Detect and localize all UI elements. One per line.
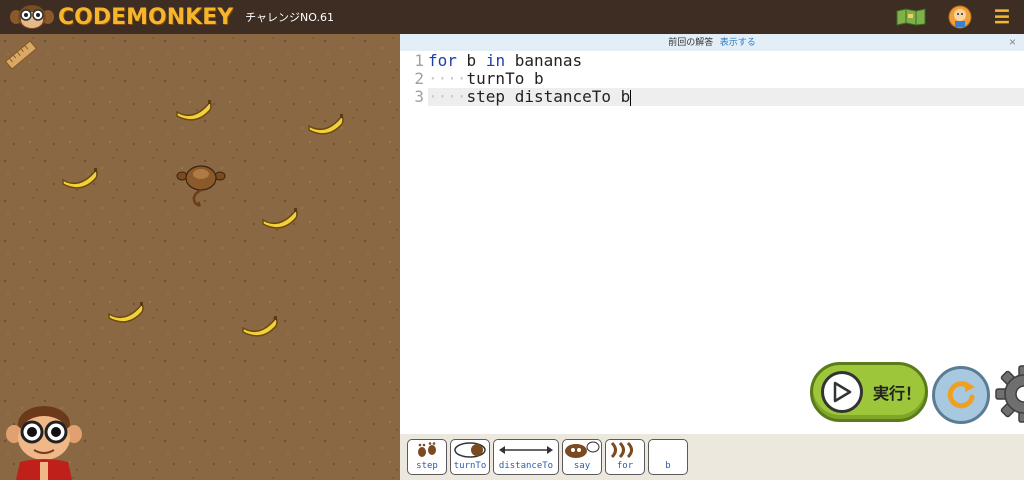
text-cursor <box>630 89 632 106</box>
ruler-icon[interactable] <box>4 38 38 72</box>
banana-icon <box>62 168 98 189</box>
banana-icon <box>262 208 298 229</box>
banana-icon <box>108 302 144 323</box>
previous-answer-label: 前回の解答 <box>668 37 714 47</box>
banana-icon <box>242 316 278 337</box>
close-icon[interactable]: × <box>1009 34 1016 51</box>
banana-icon <box>176 100 212 121</box>
line-number: 1 <box>414 51 424 70</box>
tool-variable-b[interactable]: b <box>648 439 688 475</box>
line-number: 2 <box>414 69 424 88</box>
game-stage <box>0 34 400 480</box>
code-editor-panel: 前回の解答 表示する × 1 for b in bananas 2 ····turn… <box>400 34 1024 434</box>
tool-turnto[interactable]: turnTo <box>450 439 490 475</box>
indent-guide: ···· <box>428 69 467 88</box>
hamburger-menu-icon[interactable]: ☰ <box>994 7 1010 28</box>
logo[interactable]: CODEMONKEY <box>10 4 233 30</box>
previous-answer-bar: 前回の解答 表示する × <box>400 34 1024 51</box>
banana-icon <box>308 114 344 135</box>
map-icon[interactable] <box>896 8 926 26</box>
tool-label: turnTo <box>453 461 487 471</box>
loop-icon <box>610 441 640 459</box>
turn-icon <box>453 441 487 459</box>
monkey-player-icon <box>176 165 226 207</box>
tool-label: for <box>616 461 634 471</box>
speech-icon <box>564 441 600 459</box>
guide-character-icon <box>6 406 82 480</box>
command-toolbox: step turnTo distanceTo say for b <box>400 434 1024 480</box>
code-line[interactable]: 2 ····turnTo b <box>400 70 1024 88</box>
app-root: CODEMONKEY チャレンジNO.61 ☰ 前回の解答 表示する × 1 f… <box>0 0 1024 480</box>
tool-label: b <box>665 461 671 471</box>
reset-icon <box>947 381 975 409</box>
keyword-token: for <box>428 51 457 70</box>
run-button[interactable]: 実行！ <box>810 362 928 422</box>
code-line[interactable]: 1 for b in bananas <box>400 52 1024 70</box>
tool-label: distanceTo <box>498 461 554 471</box>
logo-text: CODEMONKEY <box>58 4 234 30</box>
play-icon <box>821 371 863 413</box>
monkey-logo-icon <box>10 5 54 29</box>
tool-label: say <box>573 461 591 471</box>
settings-gear-icon[interactable] <box>994 364 1024 424</box>
code-token: step distanceTo b <box>466 87 631 106</box>
tool-step[interactable]: step <box>407 439 447 475</box>
keyword-token: in <box>485 51 506 70</box>
distance-arrow-icon <box>498 441 554 459</box>
tool-label: step <box>416 461 438 471</box>
challenge-title: チャレンジNO.61 <box>245 11 334 24</box>
code-token: b <box>456 51 486 70</box>
tool-distanceto[interactable]: distanceTo <box>493 439 559 475</box>
code-token: turnTo b <box>466 69 544 88</box>
tool-for[interactable]: for <box>605 439 645 475</box>
code-area[interactable]: 1 for b in bananas 2 ····turnTo b 3 ····ste… <box>400 51 1024 106</box>
indent-guide: ···· <box>428 87 467 106</box>
user-avatar[interactable] <box>948 5 972 29</box>
run-button-label: 実行！ <box>873 386 922 403</box>
top-right-actions: ☰ <box>896 0 1010 34</box>
tool-say[interactable]: say <box>562 439 602 475</box>
show-previous-answer-link[interactable]: 表示する <box>720 37 756 47</box>
feet-icon <box>414 441 440 459</box>
code-token: bananas <box>505 51 583 70</box>
reset-button[interactable] <box>932 366 990 424</box>
code-line-active[interactable]: 3 ····step distanceTo b <box>400 88 1024 106</box>
top-bar: CODEMONKEY チャレンジNO.61 ☰ <box>0 0 1024 34</box>
line-number: 3 <box>400 88 428 106</box>
